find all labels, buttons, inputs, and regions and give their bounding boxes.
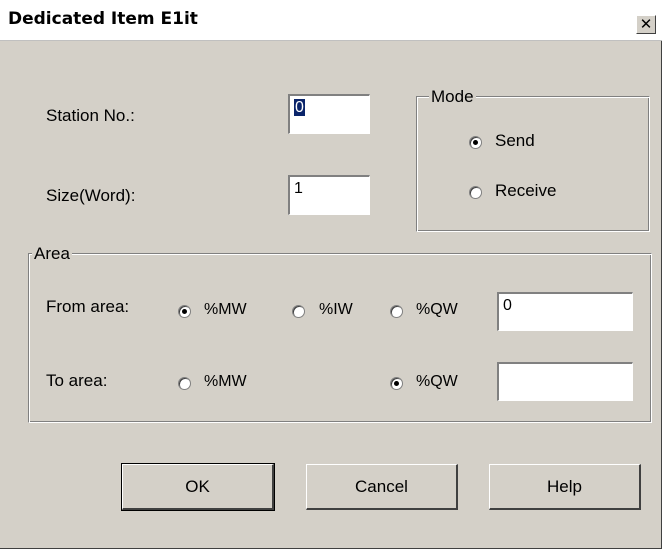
size-word-value: 1	[294, 180, 303, 197]
close-icon: ✕	[639, 16, 653, 33]
from-area-input[interactable]: 0	[497, 292, 633, 331]
ok-button-label: OK	[185, 476, 210, 496]
from-area-value: 0	[503, 297, 512, 314]
station-no-value: 0	[294, 99, 305, 116]
radio-selected-dot-icon	[394, 381, 399, 386]
title-bar[interactable]: Dedicated Item E1it ✕	[0, 0, 662, 41]
mode-legend: Mode	[429, 87, 476, 107]
mode-send-label[interactable]: Send	[495, 131, 535, 151]
radio-selected-dot-icon	[182, 309, 187, 314]
from-mw-label[interactable]: %MW	[204, 301, 247, 319]
from-mw-radio[interactable]	[178, 305, 191, 318]
mode-receive-radio[interactable]	[469, 186, 482, 199]
ok-button[interactable]: OK	[121, 463, 275, 511]
mode-receive-label[interactable]: Receive	[495, 181, 556, 201]
size-word-label: Size(Word):	[46, 186, 136, 205]
radio-selected-dot-icon	[473, 140, 478, 145]
cancel-button-label: Cancel	[355, 476, 408, 496]
to-mw-label[interactable]: %MW	[204, 373, 247, 391]
to-qw-radio[interactable]	[390, 377, 403, 390]
to-qw-label[interactable]: %QW	[416, 373, 458, 391]
area-legend: Area	[32, 244, 72, 264]
from-area-label: From area:	[46, 297, 130, 316]
window-title: Dedicated Item E1it	[8, 9, 198, 29]
from-qw-radio[interactable]	[390, 305, 403, 318]
size-word-input[interactable]: 1	[288, 175, 370, 215]
help-button[interactable]: Help	[489, 464, 641, 510]
to-area-label: To area:	[46, 371, 108, 390]
from-iw-label[interactable]: %IW	[319, 301, 353, 319]
to-mw-radio[interactable]	[178, 377, 191, 390]
help-button-label: Help	[547, 476, 582, 496]
cancel-button[interactable]: Cancel	[306, 464, 458, 510]
dialog-window: Dedicated Item E1it ✕ Station No.: 0 Siz…	[0, 0, 662, 549]
station-no-label: Station No.:	[46, 106, 135, 125]
to-area-input[interactable]	[497, 362, 633, 401]
from-qw-label[interactable]: %QW	[416, 301, 458, 319]
from-iw-radio[interactable]	[292, 305, 305, 318]
mode-send-radio[interactable]	[469, 136, 482, 149]
station-no-input[interactable]: 0	[288, 94, 370, 134]
close-button[interactable]: ✕	[636, 15, 656, 34]
mode-groupbox	[416, 96, 650, 232]
